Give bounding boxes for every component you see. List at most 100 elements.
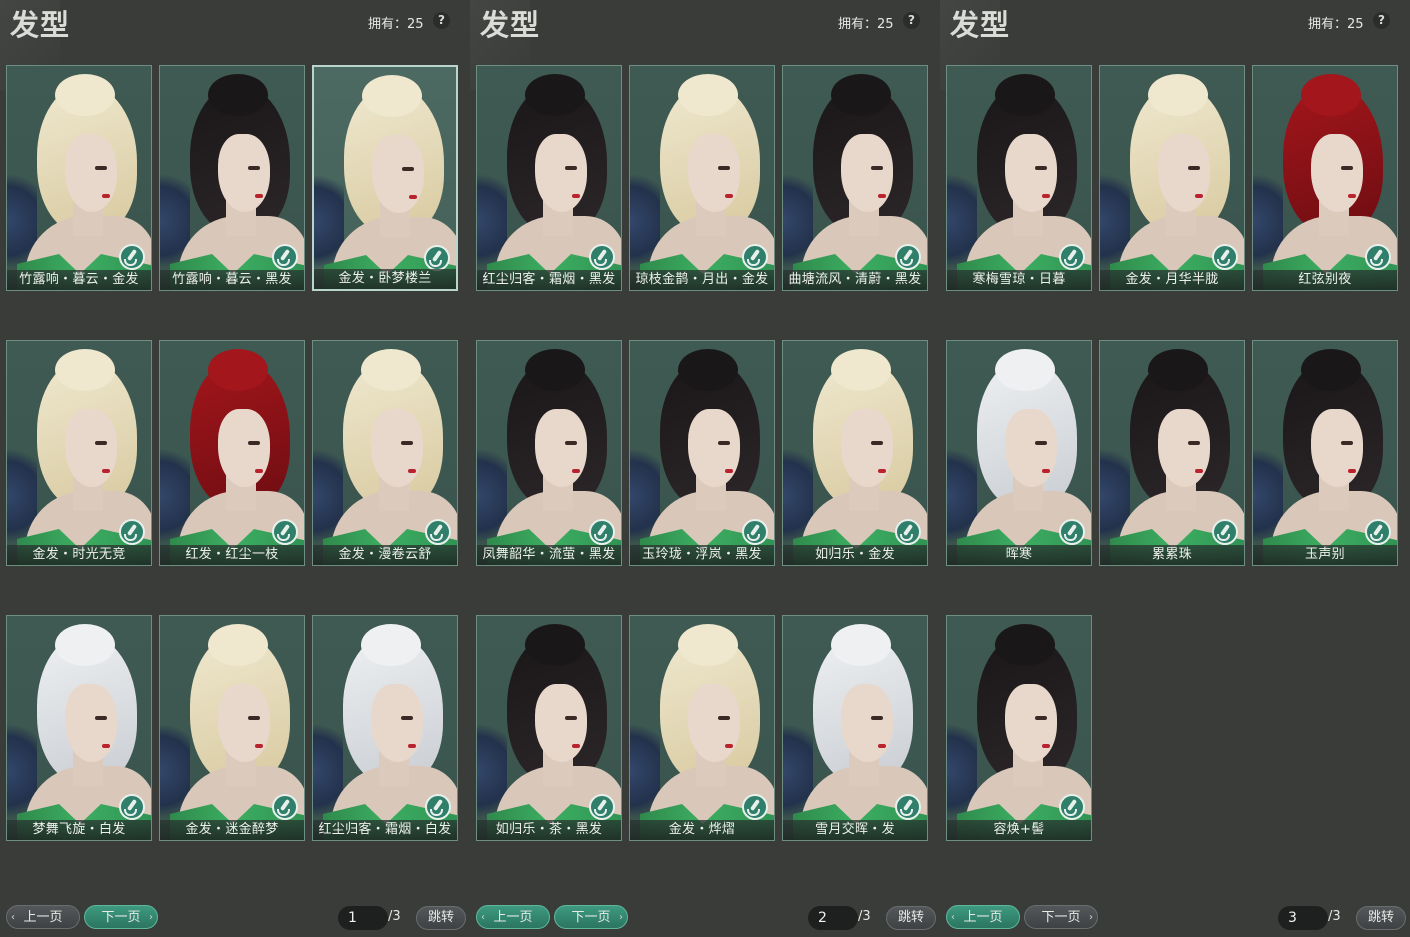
- dye-brush-icon[interactable]: [272, 519, 298, 545]
- next-page-button[interactable]: 下一页 ›: [1024, 905, 1098, 929]
- page-number-input[interactable]: 3: [1278, 906, 1328, 930]
- dye-brush-icon[interactable]: [742, 519, 768, 545]
- hair-bun: [995, 349, 1055, 391]
- hairstyle-card[interactable]: 寒梅雪琼・日暮: [946, 65, 1092, 291]
- character-lip: [725, 469, 733, 473]
- prev-page-button[interactable]: ‹ 上一页: [476, 905, 550, 929]
- jump-button[interactable]: 跳转: [886, 906, 936, 930]
- hairstyle-card[interactable]: 玉声别: [1252, 340, 1398, 566]
- dye-brush-icon[interactable]: [895, 519, 921, 545]
- hairstyle-card[interactable]: 金发・迷金醉梦: [159, 615, 305, 841]
- hair-bun: [208, 349, 268, 391]
- page-number-input[interactable]: 1: [338, 906, 388, 930]
- dye-brush-icon[interactable]: [1212, 519, 1238, 545]
- character-lip: [1042, 194, 1050, 198]
- hairstyle-card[interactable]: 雪月交晖・发: [782, 615, 928, 841]
- hairstyle-card[interactable]: 红尘归客・霜烟・白发: [312, 615, 458, 841]
- panel-title: 发型: [950, 8, 1011, 42]
- hair-bun: [362, 75, 422, 117]
- dye-brush-icon[interactable]: [272, 794, 298, 820]
- hairstyle-card[interactable]: 曲塘流风・清蔚・黑发: [782, 65, 928, 291]
- dye-brush-icon[interactable]: [895, 244, 921, 270]
- dye-brush-icon[interactable]: [589, 244, 615, 270]
- hairstyle-card[interactable]: 红弦别夜: [1252, 65, 1398, 291]
- hairstyle-name: 如归乐・金发: [783, 545, 927, 565]
- chevron-right-icon: ›: [1089, 912, 1093, 923]
- character-lip: [878, 744, 886, 748]
- prev-page-button[interactable]: ‹ 上一页: [946, 905, 1020, 929]
- hairstyle-card[interactable]: 红发・红尘一枝: [159, 340, 305, 566]
- jump-button[interactable]: 跳转: [416, 906, 466, 930]
- hairstyle-name: 竹露响・暮云・金发: [7, 270, 151, 290]
- dye-brush-icon[interactable]: [1365, 244, 1391, 270]
- dye-brush-icon[interactable]: [589, 519, 615, 545]
- next-page-button[interactable]: 下一页 ›: [554, 905, 628, 929]
- hairstyle-name: 如归乐・茶・黑发: [477, 820, 621, 840]
- character-lip: [1195, 194, 1203, 198]
- character-lip: [102, 194, 110, 198]
- prev-page-button[interactable]: ‹ 上一页: [6, 905, 80, 929]
- character-lip: [572, 469, 580, 473]
- dye-brush-icon[interactable]: [742, 794, 768, 820]
- hairstyle-name: 金发・时光无竞: [7, 545, 151, 565]
- dye-brush-icon[interactable]: [1059, 519, 1085, 545]
- chevron-left-icon: ‹: [481, 912, 485, 923]
- hair-bun: [208, 624, 268, 666]
- hairstyle-card[interactable]: 金发・烨熠: [629, 615, 775, 841]
- jump-button[interactable]: 跳转: [1356, 906, 1406, 930]
- dye-brush-icon[interactable]: [425, 794, 451, 820]
- hairstyle-card[interactable]: 竹露响・暮云・黑发: [159, 65, 305, 291]
- character-lip: [572, 194, 580, 198]
- character-face: [841, 684, 893, 762]
- hairstyle-card[interactable]: 如归乐・金发: [782, 340, 928, 566]
- hairstyle-card[interactable]: 红尘归客・霜烟・黑发: [476, 65, 622, 291]
- dye-brush-icon[interactable]: [1365, 519, 1391, 545]
- hairstyle-card[interactable]: 金发・月华半胧: [1099, 65, 1245, 291]
- character-eye: [95, 716, 107, 720]
- dye-brush-icon[interactable]: [272, 244, 298, 270]
- dye-brush-icon[interactable]: [119, 519, 145, 545]
- character-face: [371, 684, 423, 762]
- character-eye: [95, 166, 107, 170]
- dye-brush-icon[interactable]: [1059, 794, 1085, 820]
- page-number-input[interactable]: 2: [808, 906, 858, 930]
- dye-brush-icon[interactable]: [119, 244, 145, 270]
- help-icon[interactable]: ?: [433, 12, 450, 29]
- hairstyle-card[interactable]: 竹露响・暮云・金发: [6, 65, 152, 291]
- hairstyle-card[interactable]: 凤舞韶华・流萤・黑发: [476, 340, 622, 566]
- chevron-right-icon: ›: [149, 912, 153, 923]
- character-eye: [1341, 441, 1353, 445]
- character-face: [1005, 684, 1057, 762]
- next-page-button[interactable]: 下一页 ›: [84, 905, 158, 929]
- dye-brush-icon[interactable]: [1059, 244, 1085, 270]
- hairstyle-card[interactable]: 玉玲珑・浮岚・黑发: [629, 340, 775, 566]
- character-lip: [255, 194, 263, 198]
- hairstyle-card[interactable]: 容焕+髻: [946, 615, 1092, 841]
- hair-bun: [55, 624, 115, 666]
- character-lip: [1348, 469, 1356, 473]
- hairstyle-card[interactable]: 晖寒: [946, 340, 1092, 566]
- hairstyle-card[interactable]: 如归乐・茶・黑发: [476, 615, 622, 841]
- dye-brush-icon[interactable]: [425, 519, 451, 545]
- dye-brush-icon[interactable]: [589, 794, 615, 820]
- dye-brush-icon[interactable]: [895, 794, 921, 820]
- hairstyle-card[interactable]: 金发・漫卷云舒: [312, 340, 458, 566]
- hairstyle-card[interactable]: 累累珠: [1099, 340, 1245, 566]
- character-lip: [878, 469, 886, 473]
- hairstyle-card[interactable]: 琼枝金鹊・月出・金发: [629, 65, 775, 291]
- dye-brush-icon[interactable]: [424, 245, 450, 271]
- hairstyle-card[interactable]: 金发・卧梦楼兰: [312, 65, 458, 291]
- hairstyle-name: 红发・红尘一枝: [160, 545, 304, 565]
- character-face: [65, 409, 117, 487]
- character-face: [1311, 134, 1363, 212]
- help-icon[interactable]: ?: [1373, 12, 1390, 29]
- hairstyle-card[interactable]: 金发・时光无竞: [6, 340, 152, 566]
- character-face: [1158, 409, 1210, 487]
- dye-brush-icon[interactable]: [119, 794, 145, 820]
- dye-brush-icon[interactable]: [742, 244, 768, 270]
- hair-bun: [831, 74, 891, 116]
- dye-brush-icon[interactable]: [1212, 244, 1238, 270]
- help-icon[interactable]: ?: [903, 12, 920, 29]
- hairstyle-card[interactable]: 梦舞飞旋・白发: [6, 615, 152, 841]
- character-face: [371, 409, 423, 487]
